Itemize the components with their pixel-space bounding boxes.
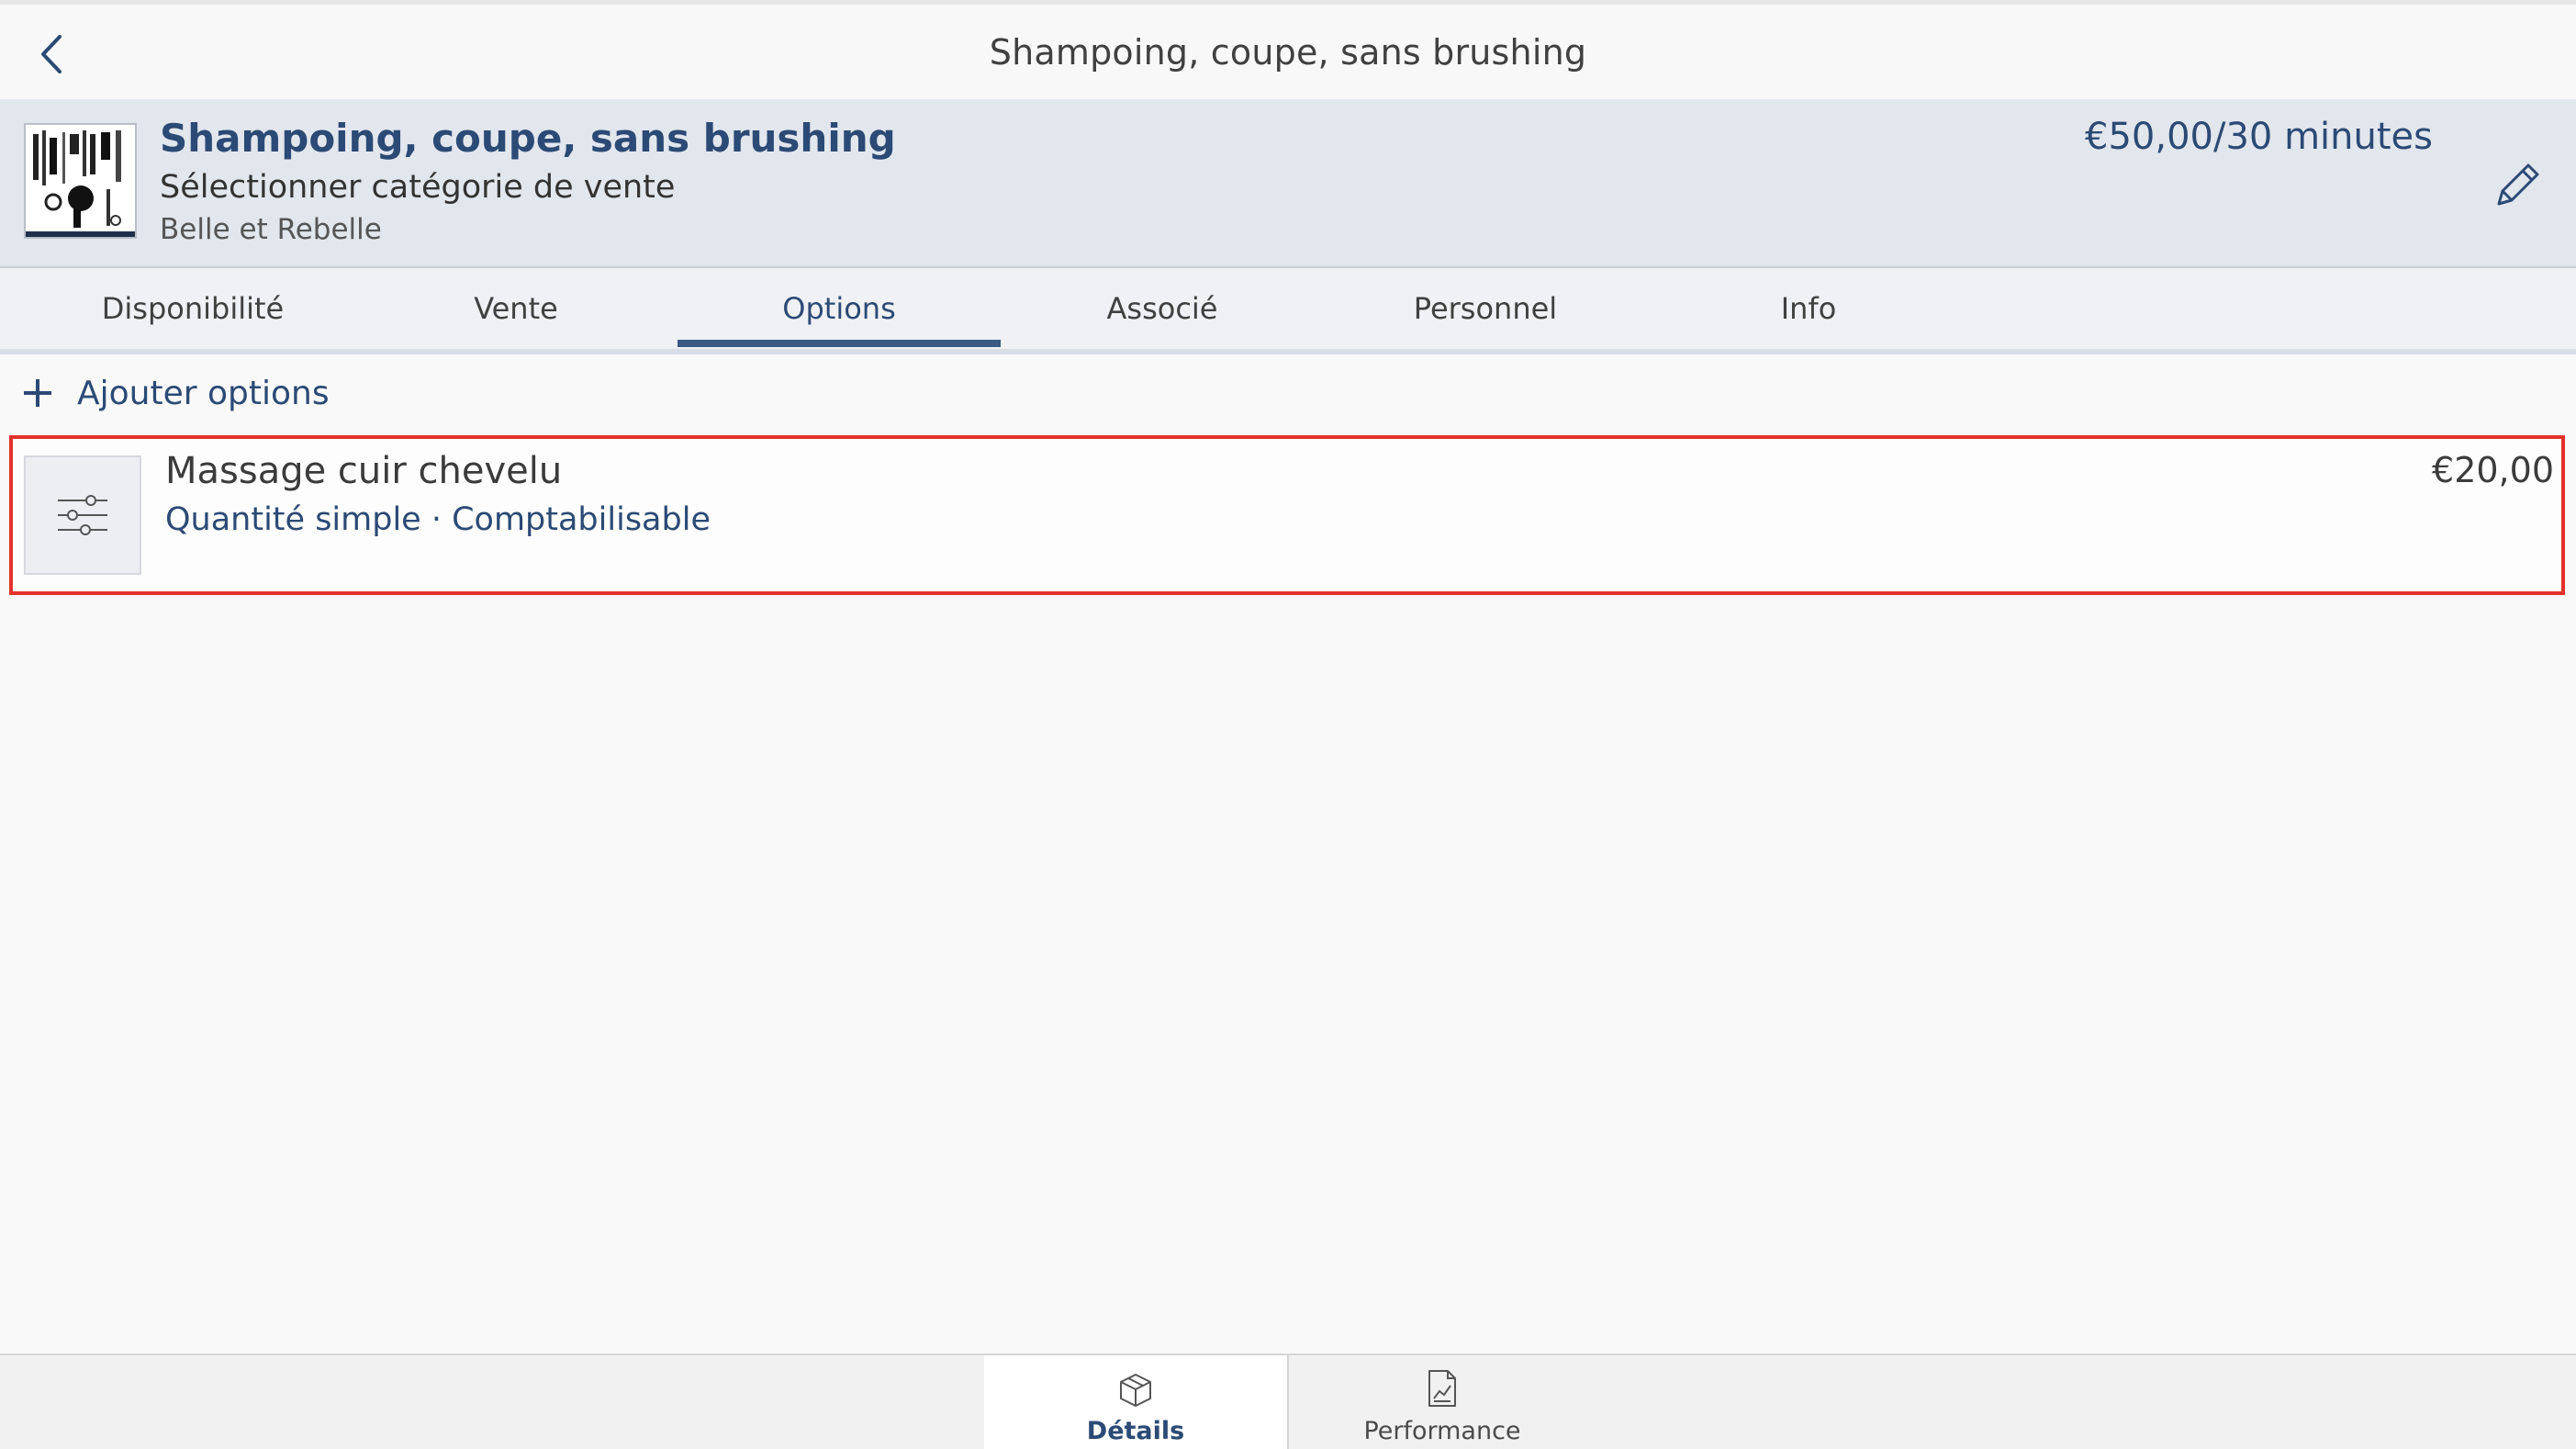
tab-disponibilite[interactable]: Disponibilité xyxy=(31,268,354,349)
bottom-tab-details[interactable]: Détails xyxy=(984,1355,1287,1449)
segment-tabs: Disponibilité Vente Options Associé Pers… xyxy=(0,268,2576,354)
bottom-tab-bar: Détails Performance xyxy=(0,1354,2576,1449)
chart-document-icon xyxy=(1426,1369,1459,1411)
active-tab-indicator xyxy=(678,340,1001,347)
box-icon xyxy=(1115,1371,1156,1411)
bottom-tab-performance[interactable]: Performance xyxy=(1291,1355,1594,1449)
divider xyxy=(1287,1355,1289,1449)
page-title: Shampoing, coupe, sans brushing xyxy=(989,32,1587,73)
add-options-label: Ajouter options xyxy=(77,374,330,412)
tab-vente[interactable]: Vente xyxy=(354,268,678,349)
service-name: Shampoing, coupe, sans brushing xyxy=(160,116,896,161)
tab-associe[interactable]: Associé xyxy=(1001,268,1324,349)
navigation-bar: Shampoing, coupe, sans brushing xyxy=(0,5,2576,99)
sliders-icon xyxy=(24,455,141,575)
option-meta: Quantité simple · Comptabilisable xyxy=(165,501,711,538)
tab-options[interactable]: Options xyxy=(678,268,1001,349)
edit-button[interactable] xyxy=(2488,156,2548,217)
bottom-tab-label: Performance xyxy=(1363,1417,1521,1445)
bottom-tab-label: Détails xyxy=(1086,1417,1185,1445)
salon-name: Belle et Rebelle xyxy=(160,213,382,246)
add-options-button[interactable]: Ajouter options xyxy=(24,365,330,421)
service-header: Shampoing, coupe, sans brushing Sélectio… xyxy=(0,99,2576,268)
list-item[interactable]: Massage cuir chevelu Quantité simple · C… xyxy=(9,435,2565,595)
tab-info[interactable]: Info xyxy=(1647,268,1970,349)
option-price: €20,00 xyxy=(2432,450,2554,490)
pencil-icon xyxy=(2492,158,2545,215)
option-name: Massage cuir chevelu xyxy=(165,450,563,492)
tab-personnel[interactable]: Personnel xyxy=(1324,268,1647,349)
plus-icon xyxy=(24,379,51,407)
price-duration: €50,00/30 minutes xyxy=(2085,116,2433,158)
service-thumbnail xyxy=(24,123,137,239)
sale-category-selector[interactable]: Sélectionner catégorie de vente xyxy=(160,169,675,206)
